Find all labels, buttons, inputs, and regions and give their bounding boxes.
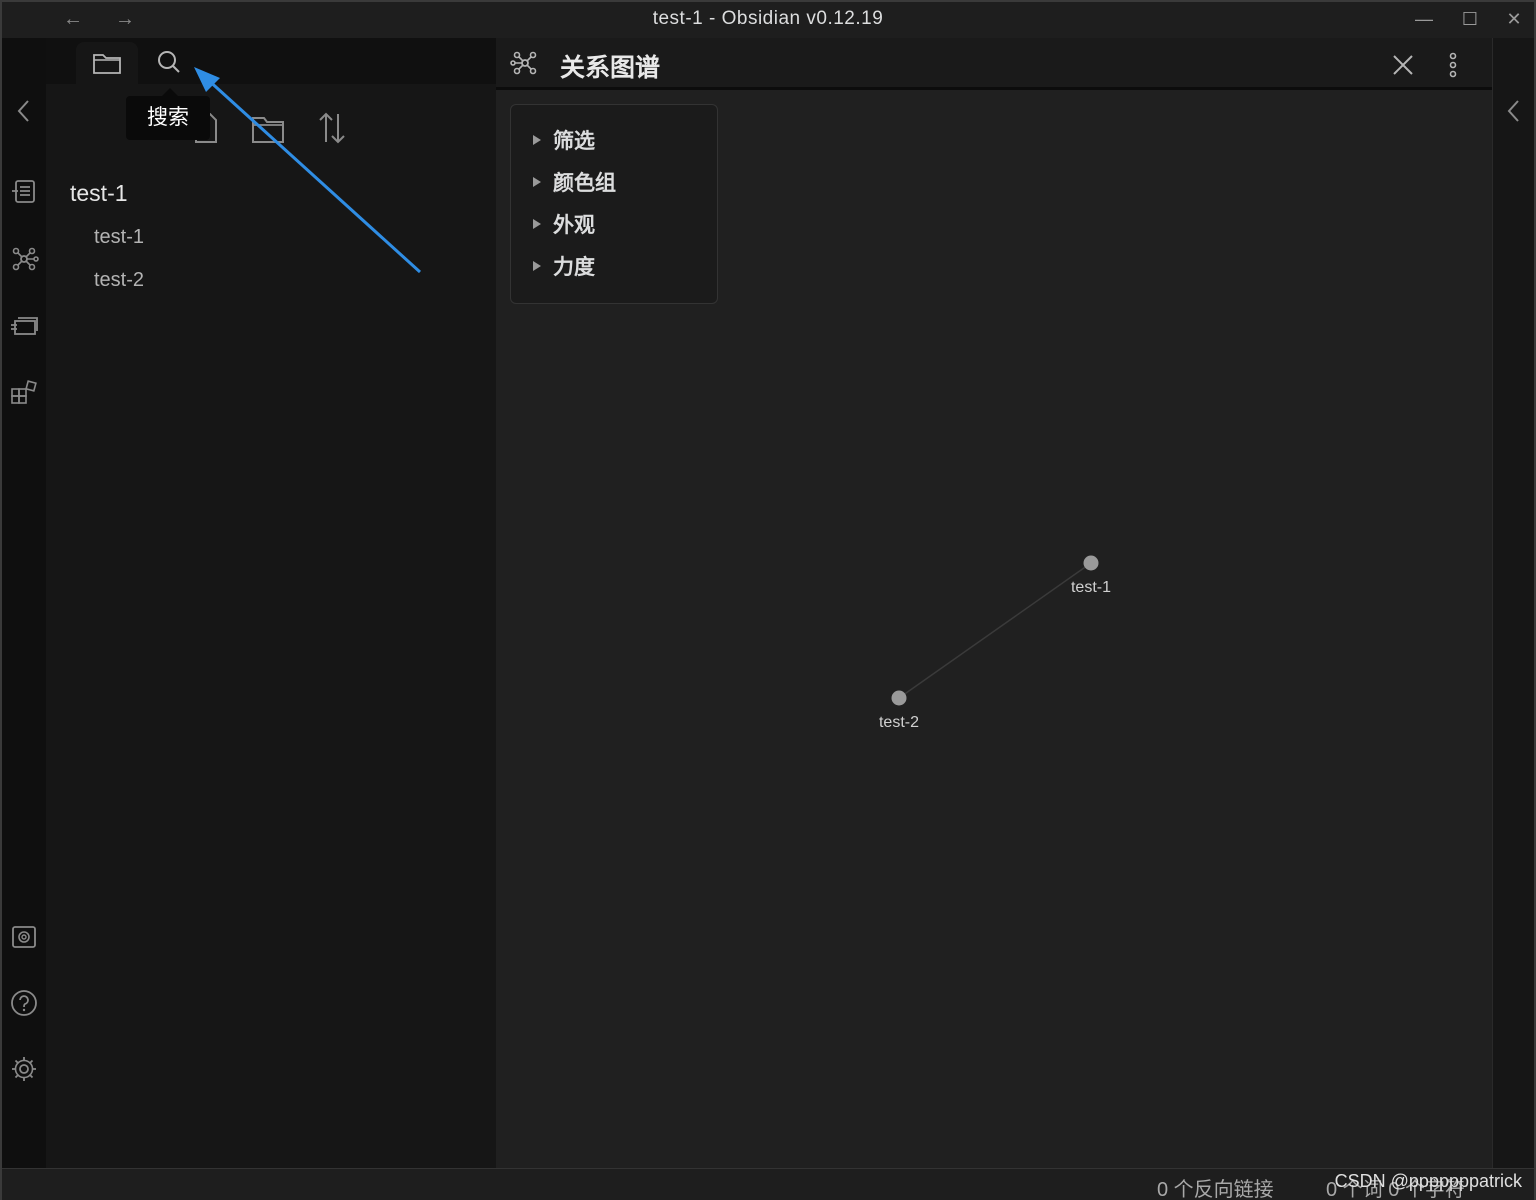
folder-icon xyxy=(93,54,121,74)
file-explorer-sidebar: 搜索 test-1 test-1 test-2 xyxy=(46,38,496,1168)
right-ribbon xyxy=(1492,38,1534,1168)
expand-triangle-icon xyxy=(533,177,541,188)
slides-icon xyxy=(11,317,38,335)
node-label-test-1: test-1 xyxy=(1071,579,1111,596)
graph-view-icon xyxy=(510,51,537,75)
help-button[interactable] xyxy=(9,988,39,1018)
left-ribbon xyxy=(2,38,46,1168)
collapse-sidebar-button[interactable] xyxy=(9,96,39,126)
close-graph-button[interactable] xyxy=(1388,50,1418,80)
forces-label: 力度 xyxy=(553,256,595,279)
minimize-button[interactable]: — xyxy=(1404,6,1444,32)
vault-icon xyxy=(12,926,36,948)
maximize-icon: ☐ xyxy=(1461,9,1479,29)
watermark: CSDN @pppppppatrick xyxy=(1334,1171,1522,1191)
minimize-icon: — xyxy=(1415,9,1433,29)
chevron-left-icon[interactable] xyxy=(1501,96,1527,126)
sort-button[interactable] xyxy=(312,108,352,148)
workspaces-button[interactable] xyxy=(9,378,39,408)
search-tooltip: 搜索 xyxy=(126,88,210,140)
workspaces-icon xyxy=(11,380,37,404)
quick-switcher-button[interactable] xyxy=(9,176,39,206)
graph-view-title: 关系图谱 xyxy=(560,54,661,82)
graph-node-test-2[interactable] xyxy=(891,690,907,706)
file-item[interactable]: test-1 xyxy=(94,226,144,249)
groups-label: 颜色组 xyxy=(553,172,616,195)
status-bar: 0 个反向链接 0 个词 0 个字符 CSDN @pppppppatrick xyxy=(2,1168,1534,1200)
graph-node-test-1[interactable] xyxy=(1083,555,1099,571)
sort-icon xyxy=(319,112,345,144)
title-bar: ← → test-1 - Obsidian v0.12.19 — ☐ ✕ xyxy=(2,2,1534,38)
open-quick-switcher-icon xyxy=(12,180,35,203)
graph-view-pane: 关系图谱 test-1 test-2 筛选 颜色组 外观 力度 xyxy=(496,38,1492,1168)
graph-view-button[interactable] xyxy=(9,244,39,274)
graph-edge xyxy=(898,562,1092,699)
display-label: 外观 xyxy=(553,214,595,237)
expand-triangle-icon xyxy=(533,219,541,230)
close-window-button[interactable]: ✕ xyxy=(1494,6,1534,32)
vault-root-folder[interactable]: test-1 xyxy=(70,180,128,207)
new-folder-icon xyxy=(252,117,284,143)
window-title: test-1 - Obsidian v0.12.19 xyxy=(652,8,884,29)
more-vertical-icon xyxy=(1449,52,1457,78)
app-window: ← → test-1 - Obsidian v0.12.19 — ☐ ✕ 搜索 … xyxy=(0,0,1536,1200)
close-icon xyxy=(1393,55,1413,75)
new-folder-button[interactable] xyxy=(248,108,288,148)
vault-button[interactable] xyxy=(9,922,39,952)
expand-triangle-icon xyxy=(533,261,541,272)
more-options-button[interactable] xyxy=(1438,50,1468,80)
sidebar-tab-bar xyxy=(46,38,496,84)
graph-controls-panel: 筛选 颜色组 外观 力度 xyxy=(510,104,718,304)
help-icon xyxy=(11,990,37,1016)
filters-label: 筛选 xyxy=(553,130,595,153)
slides-button[interactable] xyxy=(9,312,39,342)
file-item[interactable]: test-2 xyxy=(94,269,144,292)
tab-search[interactable] xyxy=(138,42,200,84)
tab-file-explorer[interactable] xyxy=(76,42,138,84)
chevron-left-icon xyxy=(17,100,29,122)
settings-button[interactable] xyxy=(9,1054,39,1084)
filters-section[interactable]: 筛选 xyxy=(533,125,595,155)
node-label-test-2: test-2 xyxy=(879,714,919,731)
groups-section[interactable]: 颜色组 xyxy=(533,167,616,197)
close-icon: ✕ xyxy=(1506,9,1522,29)
forces-section[interactable]: 力度 xyxy=(533,251,595,281)
search-icon xyxy=(158,51,180,73)
graph-view-header: 关系图谱 xyxy=(496,38,1492,90)
expand-triangle-icon xyxy=(533,135,541,146)
backlinks-count[interactable]: 0 个反向链接 xyxy=(1157,1173,1274,1200)
settings-icon xyxy=(12,1057,36,1081)
graph-view-icon xyxy=(12,247,39,271)
display-section[interactable]: 外观 xyxy=(533,209,595,239)
maximize-button[interactable]: ☐ xyxy=(1450,6,1490,32)
